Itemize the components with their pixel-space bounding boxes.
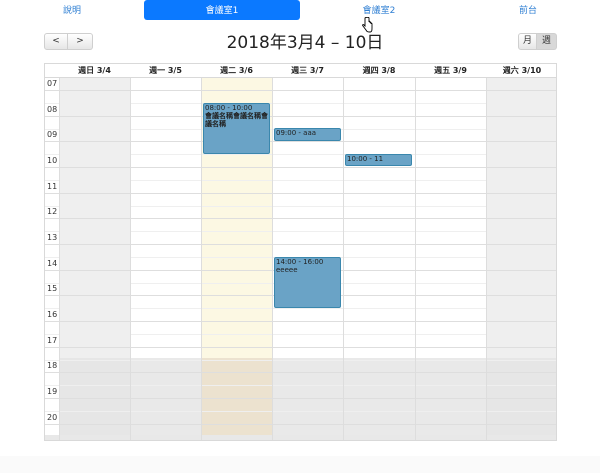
event-title: eeeee [276,266,298,274]
event-time: 14:00 - 16:00 [276,258,324,266]
time-label: 15 [47,284,58,293]
hour-line [45,193,556,194]
time-label: 11 [47,182,58,191]
time-label: 08 [47,105,58,114]
event-title: 會議名稱會議名稱會議名稱 [205,112,268,128]
top-nav: 說明 會議室1 會議室2 前台 [0,0,600,22]
half-hour-line [45,385,556,386]
hour-line [45,90,556,91]
half-hour-line [45,103,556,104]
day-column-thu[interactable] [343,77,415,440]
hour-line [45,424,556,425]
column-divider [343,64,344,440]
event-time: 08:00 - 10:00 [205,104,253,112]
time-label: 19 [47,387,58,396]
calendar-event[interactable]: 10:00 - 11 [345,154,412,166]
time-label: 09 [47,130,58,139]
nav-tab-room2[interactable]: 會議室2 [345,0,413,20]
half-hour-line [45,231,556,232]
calendar-event[interactable]: 14:00 - 16:00 eeeee [274,257,341,308]
week-view-button[interactable]: 週 [537,33,557,50]
hour-line [45,321,556,322]
hand-cursor-icon [362,17,373,33]
hour-line [45,116,556,117]
calendar-event[interactable]: 09:00 - aaa [274,128,341,141]
month-view-button[interactable]: 月 [518,33,537,50]
day-column-sun[interactable] [59,77,130,440]
half-hour-line [45,360,556,361]
day-column-mon[interactable] [130,77,201,440]
day-column-fri[interactable] [415,77,486,440]
half-hour-line [45,206,556,207]
calendar-event[interactable]: 08:00 - 10:00 會議名稱會議名稱會議名稱 [203,103,270,154]
hour-line [45,372,556,373]
day-header-row: 週日 3/4 週一 3/5 週二 3/6 週三 3/7 週四 3/8 週五 3/… [45,64,556,78]
day-header: 週日 3/4 [78,66,111,75]
column-divider [130,64,131,440]
column-divider [272,64,273,440]
time-label: 17 [47,336,58,345]
column-divider [415,64,416,440]
event-time: 09:00 - aaa [276,129,317,137]
hour-line [45,398,556,399]
event-time: 10:00 - 11 [347,155,384,163]
half-hour-line [45,154,556,155]
day-header: 週四 3/8 [362,66,396,75]
day-header: 週二 3/6 [220,66,253,75]
day-header: 週三 3/7 [291,66,324,75]
half-hour-line [45,180,556,181]
half-hour-line [45,334,556,335]
hour-line [45,244,556,245]
nav-tab-room1[interactable]: 會議室1 [144,0,300,20]
time-label: 13 [47,233,58,242]
day-header: 週五 3/9 [434,66,467,75]
time-label: 18 [47,361,58,370]
time-label: 20 [47,413,58,422]
time-label: 16 [47,310,58,319]
page-title: 2018年3月4 – 10日 [226,33,384,53]
column-divider [486,64,487,440]
half-hour-line [45,308,556,309]
bottom-strip [45,435,556,440]
prev-button[interactable]: < [44,33,68,50]
half-hour-line [45,411,556,412]
hour-line [45,167,556,168]
hour-line [45,218,556,219]
time-label: 12 [47,207,58,216]
column-divider [201,64,202,440]
footer-band [0,456,600,473]
time-label: 14 [47,259,58,268]
time-label: 10 [47,156,58,165]
day-header: 週六 3/10 [502,66,542,75]
hour-line [45,141,556,142]
week-calendar: 週日 3/4 週一 3/5 週二 3/6 週三 3/7 週四 3/8 週五 3/… [44,63,557,441]
next-button[interactable]: > [68,33,93,50]
column-divider [59,64,60,440]
nav-tab-front-desk[interactable]: 前台 [500,0,556,20]
nav-tab-help[interactable]: 說明 [40,0,104,20]
day-header: 週一 3/5 [149,66,182,75]
time-label: 07 [47,79,58,88]
hour-line [45,347,556,348]
day-column-sat[interactable] [486,77,556,440]
